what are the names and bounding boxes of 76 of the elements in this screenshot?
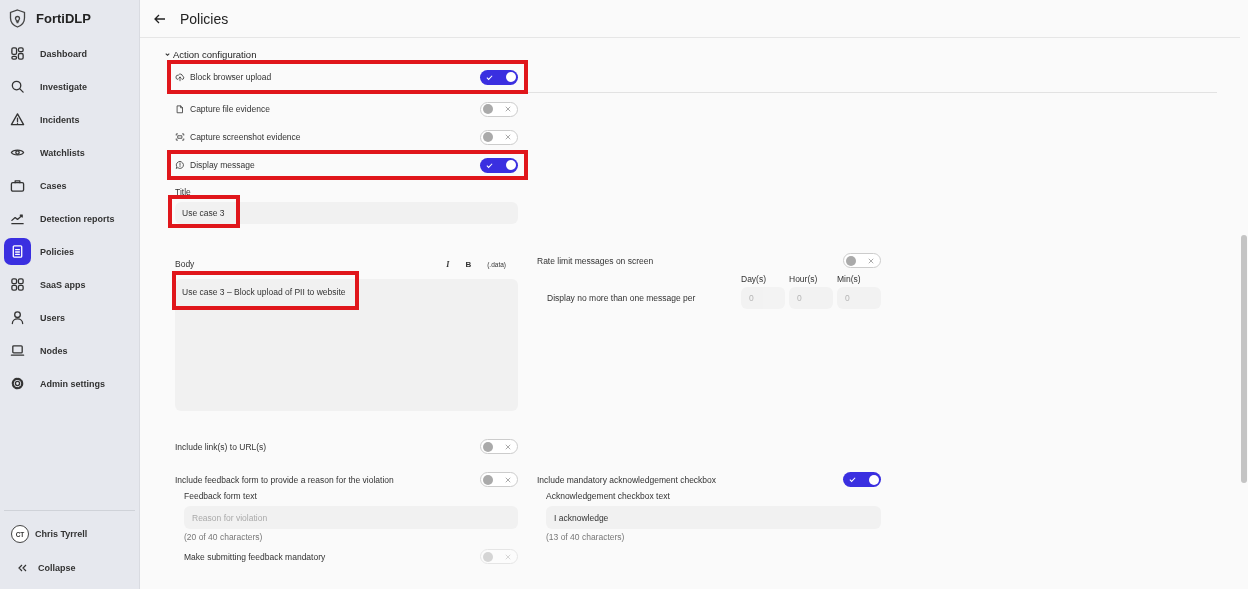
brand-name: FortiDLP (36, 11, 91, 26)
setting-label: Include mandatory acknowledgement checkbox (537, 474, 717, 485)
character-count: (13 of 40 characters) (546, 532, 626, 542)
check-icon (849, 476, 856, 483)
user-icon (10, 310, 25, 325)
toggle-switch[interactable] (480, 129, 518, 145)
field-label: Feedback form text (184, 490, 258, 502)
laptop-icon (10, 343, 25, 358)
user-name[interactable]: Chris Tyrrell (35, 529, 88, 539)
field-label: Hour(s) (789, 274, 819, 284)
nav-item[interactable]: Detection reports (0, 202, 139, 235)
close-icon (505, 443, 511, 450)
dashboard-icon (10, 46, 25, 61)
toggle-switch[interactable] (843, 472, 881, 487)
cloud-upload-icon (175, 72, 185, 82)
body-field[interactable]: Use case 3 – Block upload of PII to website (175, 279, 518, 411)
close-icon (505, 553, 511, 560)
close-icon (505, 476, 511, 483)
message-icon (175, 160, 185, 170)
apps-icon (10, 277, 25, 292)
nav-item[interactable]: Incidents (0, 103, 139, 136)
setting-label: Include link(s) to URL(s) (175, 441, 267, 452)
setting-label: Make submitting feedback mandatory (184, 551, 326, 562)
nav-item[interactable]: Users (0, 301, 139, 334)
collapse-button[interactable]: Collapse (4, 553, 135, 583)
close-icon (505, 106, 511, 112)
back-button[interactable] (154, 13, 166, 24)
setting-label: Rate limit messages on screen (537, 255, 654, 266)
field-label: Body (175, 259, 195, 269)
character-count: (20 of 40 characters) (184, 532, 264, 542)
italic-button[interactable]: I (446, 259, 450, 269)
acknowledgement-field[interactable]: I acknowledge (546, 506, 881, 529)
check-icon (486, 161, 493, 169)
nav-item[interactable]: Admin settings (0, 367, 139, 400)
nav-item[interactable]: SaaS apps (0, 268, 139, 301)
field-label: Title (175, 186, 192, 198)
briefcase-icon (10, 178, 25, 193)
close-icon (868, 257, 874, 264)
title-field[interactable]: Use case 3 (175, 202, 518, 224)
book-icon (10, 244, 25, 259)
gear-icon (10, 376, 25, 391)
warning-icon (10, 112, 25, 127)
toggle-switch[interactable] (480, 157, 518, 173)
shield-logo-icon (9, 9, 26, 28)
bold-button[interactable]: B (465, 259, 472, 269)
double-chevron-icon (17, 564, 27, 572)
toggle-switch[interactable] (480, 69, 518, 85)
nav-item[interactable]: Nodes (0, 334, 139, 367)
action-label: Display message (190, 160, 256, 170)
setting-label: Display no more than one message per (546, 292, 697, 305)
toggle-switch[interactable] (480, 472, 518, 487)
check-icon (486, 73, 493, 81)
action-label: Capture screenshot evidence (190, 132, 302, 142)
toggle-switch[interactable] (480, 439, 518, 454)
screenshot-icon (175, 132, 185, 142)
action-label: Block browser upload (190, 72, 273, 82)
section-header[interactable]: Action configuration (164, 48, 1240, 60)
back-arrow-icon (154, 13, 166, 24)
chevron-icon (164, 50, 171, 58)
nav-item[interactable]: Dashboard (0, 37, 139, 70)
nav-item[interactable]: Cases (0, 169, 139, 202)
feedback-field[interactable]: Reason for violation (184, 506, 518, 529)
field-label: Min(s) (837, 274, 862, 284)
page-title: Policies (180, 10, 229, 27)
nav-item[interactable]: Policies (0, 235, 139, 268)
setting-label: Include feedback form to provide a reason for the violation (175, 474, 394, 485)
toggle-switch[interactable] (843, 253, 881, 268)
field-label: Day(s) (741, 274, 768, 284)
action-label: Capture file evidence (190, 104, 271, 114)
file-icon (175, 104, 185, 114)
nav-item[interactable]: Watchlists (0, 136, 139, 169)
nav-item[interactable]: Investigate (0, 70, 139, 103)
search-icon (10, 79, 25, 94)
toggle-switch[interactable] (480, 101, 518, 117)
close-icon (505, 134, 511, 140)
field-label: Acknowledgement checkbox text (546, 490, 671, 502)
